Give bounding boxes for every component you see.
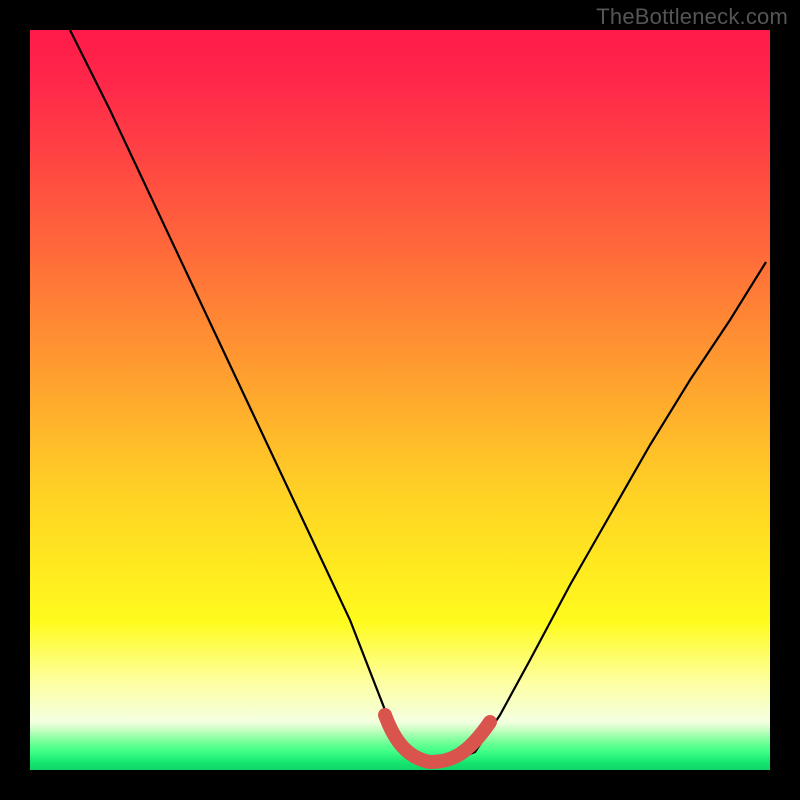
bottleneck-curve [70, 30, 766, 762]
chart-curves [30, 30, 770, 770]
chart-frame: TheBottleneck.com [0, 0, 800, 800]
watermark-text: TheBottleneck.com [596, 4, 788, 30]
optimal-zone-highlight [385, 715, 490, 762]
